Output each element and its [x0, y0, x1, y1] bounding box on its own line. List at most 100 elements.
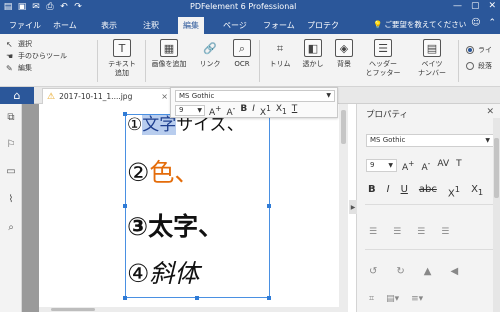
text-line-color[interactable]: ②色、	[127, 160, 199, 185]
tab-annotate[interactable]: 注釈	[138, 17, 164, 34]
document-tab[interactable]: ⚠ 2017-10-11_1....jpg ×	[42, 88, 174, 104]
thumbnails-icon[interactable]: ⧉	[4, 110, 18, 124]
undo-icon[interactable]: ↶	[59, 1, 69, 12]
scrollbar-thumb[interactable]	[341, 110, 346, 144]
watermark-button[interactable]: ◧ 透かし	[298, 39, 328, 69]
crop-icon[interactable]: ⌗	[369, 294, 374, 304]
paragraph-mode-radio[interactable]: 段落	[466, 58, 492, 74]
mail-icon[interactable]: ✉	[31, 1, 41, 12]
print-icon[interactable]: ⎙	[45, 1, 55, 12]
save-icon[interactable]: ▣	[17, 1, 27, 12]
text-color-icon[interactable]: T	[456, 159, 462, 173]
restore-icon[interactable]: ▢	[471, 1, 480, 11]
tab-page[interactable]: ページ	[218, 17, 252, 34]
text-line-bold[interactable]: ③太字、	[127, 214, 223, 239]
resize-handle[interactable]	[123, 296, 127, 300]
align-center-icon[interactable]: ☰	[393, 227, 401, 237]
select-tool[interactable]: ↖ 選択	[6, 38, 67, 50]
add-text-button[interactable]: T テキスト 追加	[104, 39, 140, 78]
link-button[interactable]: 🔗 リンク	[196, 39, 224, 69]
tab-home[interactable]: ホーム	[48, 17, 82, 34]
image-icon: ▦	[160, 39, 178, 57]
align-objects-icon[interactable]: ▤▾	[386, 294, 399, 304]
distribute-icon[interactable]: ≡▾	[411, 294, 423, 304]
background-button[interactable]: ◈ 背景	[332, 39, 356, 69]
text-color-icon[interactable]: T	[292, 104, 298, 118]
tab-view[interactable]: 表示	[96, 17, 122, 34]
background-icon: ◈	[335, 39, 353, 57]
document-page[interactable]: ①文字サイズ、 ②色、 ③太字、 ④斜体	[39, 104, 339, 312]
subscript-icon[interactable]: X1	[471, 184, 483, 199]
panel-collapse-icon[interactable]: ▶	[349, 200, 357, 214]
text-line-font-size[interactable]: ①文字サイズ、	[127, 115, 244, 135]
pdf-file-icon[interactable]: ▤	[3, 1, 13, 12]
subscript-icon[interactable]: X1	[276, 104, 287, 118]
font-family-select[interactable]: MS Gothic ▼	[175, 90, 335, 102]
rotate-right-icon[interactable]: ↻	[396, 266, 404, 277]
resize-handle[interactable]	[195, 296, 199, 300]
document-viewport[interactable]: ①文字サイズ、 ②色、 ③太字、 ④斜体	[22, 104, 348, 312]
bold-icon[interactable]: B	[240, 104, 247, 118]
add-image-button[interactable]: ▦ 画像を追加	[148, 39, 190, 69]
minimize-icon[interactable]: —	[453, 1, 462, 11]
font-size-select[interactable]: 9 ▼	[175, 105, 205, 116]
horizontal-scrollbar[interactable]	[39, 307, 339, 312]
resize-handle[interactable]	[267, 204, 271, 208]
resize-handle[interactable]	[267, 296, 271, 300]
resize-handle[interactable]	[123, 204, 127, 208]
user-icon[interactable]: ☺	[471, 18, 480, 28]
property-font-select[interactable]: MS Gothic ▼	[366, 134, 494, 147]
scrollbar-thumb[interactable]	[51, 308, 95, 311]
bold-icon[interactable]: B	[368, 184, 376, 199]
close-icon[interactable]: ✕	[488, 1, 496, 11]
search-icon[interactable]: ⌕	[4, 220, 18, 234]
tab-protect[interactable]: プロテク	[302, 17, 344, 34]
header-footer-button[interactable]: ☰ ヘッダー とフッター	[362, 39, 404, 78]
italic-icon[interactable]: I	[387, 184, 390, 199]
help-search[interactable]: 💡 ご要望を教えてください	[373, 19, 466, 30]
flip-horizontal-icon[interactable]: ◀	[450, 266, 458, 277]
text-line-italic[interactable]: ④斜体	[127, 261, 199, 286]
attachment-icon[interactable]: ⌇	[4, 192, 18, 206]
superscript-icon[interactable]: X1	[448, 184, 460, 199]
tab-edit[interactable]: 編集	[178, 17, 204, 34]
increase-font-icon[interactable]: A+	[402, 159, 414, 173]
trim-button[interactable]: ⌗ トリム	[266, 39, 294, 69]
redo-icon[interactable]: ↷	[73, 1, 83, 12]
align-left-icon[interactable]: ☰	[369, 227, 377, 237]
hand-tool[interactable]: ☚ 手のひらツール	[6, 50, 67, 62]
strikethrough-icon[interactable]: abc	[419, 184, 437, 199]
properties-panel: ▶ プロパティ ✕ MS Gothic ▼ 9 ▼ A+ A- AV T B I U…	[349, 104, 500, 312]
ocr-button[interactable]: ⌕ OCR	[230, 39, 254, 69]
bates-number-button[interactable]: ▤ ベイツ ナンバー	[412, 39, 452, 78]
ribbon-collapse-icon[interactable]: ⌃	[488, 18, 496, 28]
increase-font-icon[interactable]: A+	[209, 104, 221, 118]
decrease-font-icon[interactable]: A-	[421, 159, 430, 173]
property-size-select[interactable]: 9 ▼	[366, 159, 397, 172]
panel-scrollbar[interactable]	[493, 118, 500, 312]
comment-icon[interactable]: ▭	[4, 164, 18, 178]
home-button[interactable]: ⌂	[0, 87, 34, 104]
panel-divider	[365, 249, 495, 250]
italic-icon[interactable]: I	[252, 104, 255, 118]
decrease-font-icon[interactable]: A-	[226, 104, 235, 118]
vertical-scrollbar[interactable]	[339, 104, 348, 312]
close-icon[interactable]: ✕	[486, 107, 494, 117]
document-tab-filename: 2017-10-11_1....jpg	[59, 92, 133, 101]
tab-file[interactable]: ファイル	[4, 17, 46, 34]
floating-font-toolbar: MS Gothic ▼ 9 ▼ A+ A- B I X1 X1 T	[170, 87, 338, 118]
align-justify-icon[interactable]: ☰	[441, 227, 449, 237]
bookmark-icon[interactable]: ⚐	[4, 137, 18, 151]
line-mode-radio[interactable]: ライ	[466, 42, 492, 58]
scrollbar-thumb[interactable]	[494, 138, 499, 198]
tab-form[interactable]: フォーム	[258, 17, 300, 34]
superscript-icon[interactable]: X1	[260, 104, 271, 118]
flip-vertical-icon[interactable]: ▲	[424, 266, 432, 277]
close-tab-icon[interactable]: ×	[161, 92, 168, 101]
chevron-down-icon: ▼	[388, 162, 393, 169]
underline-icon[interactable]: U	[401, 184, 408, 199]
rotate-left-icon[interactable]: ↺	[369, 266, 377, 277]
align-right-icon[interactable]: ☰	[417, 227, 425, 237]
char-spacing-icon[interactable]: AV	[437, 159, 449, 173]
edit-tool[interactable]: ✎ 編集	[6, 62, 67, 74]
